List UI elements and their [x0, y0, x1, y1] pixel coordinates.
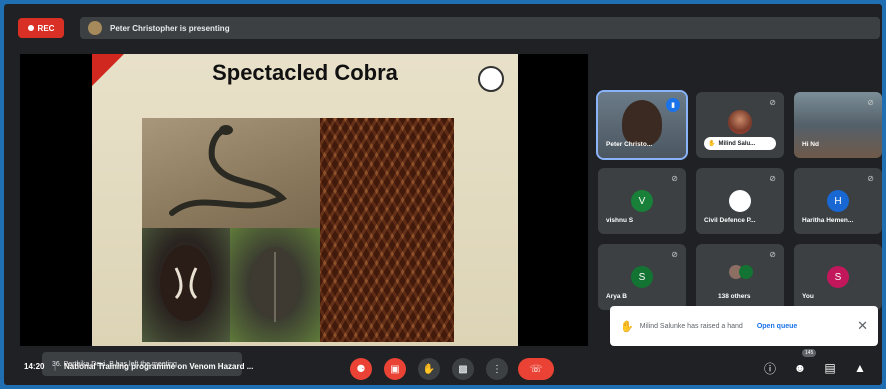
- raise-hand-button[interactable]: ✋: [418, 358, 440, 380]
- people-count-badge: 145: [802, 349, 817, 357]
- participant-name: Civil Defence P...: [704, 217, 756, 224]
- mic-toggle-button[interactable]: ⚈: [350, 358, 372, 380]
- hand-icon: ✋: [422, 363, 436, 375]
- open-queue-link[interactable]: Open queue: [757, 323, 797, 330]
- leave-call-button[interactable]: ☏: [518, 358, 554, 380]
- cobra-hood-front-photo: [142, 228, 230, 342]
- more-vert-icon: ⋮: [492, 363, 502, 375]
- others-avatars-icon: [729, 265, 753, 279]
- participant-name: vishnu S: [606, 217, 634, 224]
- info-icon: ⓘ: [763, 361, 776, 376]
- hand-icon: ✋: [620, 320, 634, 333]
- raised-hand-pill: ✋ Milind Salu...: [704, 137, 776, 150]
- self-avatar: S: [827, 266, 849, 288]
- participant-name: You: [802, 293, 814, 300]
- others-tile[interactable]: ⊘ 138 others: [696, 244, 784, 310]
- activities-button[interactable]: ▲: [852, 360, 868, 376]
- present-icon: ▩: [458, 363, 468, 375]
- participant-tile[interactable]: ⊘ H Haritha Hemen...: [794, 168, 882, 234]
- separator: |: [54, 362, 57, 371]
- presentation-stage: Spectacled Cobra 36. Parthika Devi. B ha…: [20, 54, 588, 376]
- participant-avatar: S: [631, 266, 653, 288]
- mic-off-icon: ⊘: [769, 98, 776, 107]
- activities-icon: ▲: [854, 361, 866, 375]
- people-button[interactable]: ☻: [792, 360, 808, 376]
- participant-tile[interactable]: ▮ Peter Christo...: [596, 90, 688, 160]
- meeting-details-button[interactable]: ⓘ: [762, 360, 778, 376]
- participant-name: Peter Christo...: [606, 141, 653, 148]
- cobra-scales-photo: [320, 118, 454, 342]
- presenting-banner: Peter Christopher is presenting: [80, 17, 880, 39]
- mic-off-icon: ⊘: [867, 98, 874, 107]
- participant-tile[interactable]: ⊘ Civil Defence P...: [696, 168, 784, 234]
- more-options-button[interactable]: ⋮: [486, 358, 508, 380]
- emblem-avatar: [729, 190, 751, 212]
- participant-avatar: V: [631, 190, 653, 212]
- slide-title: Spectacled Cobra: [212, 60, 398, 85]
- rec-label: REC: [37, 23, 55, 33]
- phone-hangup-icon: ☏: [529, 363, 543, 375]
- meeting-title: National Training programme on Venom Haz…: [64, 362, 254, 371]
- participant-tile[interactable]: ⊘ Hi Nd: [794, 92, 882, 158]
- mic-off-icon: ⊘: [671, 174, 678, 183]
- presenting-text: Peter Christopher is presenting: [110, 23, 230, 33]
- chat-button[interactable]: ▤: [822, 360, 838, 376]
- bottom-bar: 14:20 | National Training programme on V…: [4, 349, 882, 385]
- participant-avatar: H: [827, 190, 849, 212]
- mic-off-icon: ⊘: [671, 250, 678, 259]
- emblem-logo: [478, 66, 504, 92]
- chat-icon: ▤: [824, 361, 836, 375]
- participant-name: Haritha Hemen...: [802, 217, 854, 224]
- record-dot-icon: [27, 25, 34, 31]
- participant-avatar: [728, 110, 752, 134]
- participant-name: Arya B: [606, 293, 627, 300]
- present-button[interactable]: ▩: [452, 358, 474, 380]
- mic-off-icon: ⊘: [769, 174, 776, 183]
- participant-name: Milind Salu...: [718, 140, 756, 147]
- raised-hand-text: Milind Salunke has raised a hand: [639, 322, 743, 330]
- participant-tile[interactable]: ⊘ V vishnu S: [598, 168, 686, 234]
- mic-off-icon: ⚈: [356, 363, 366, 375]
- camera-toggle-button[interactable]: ▣: [384, 358, 406, 380]
- camera-off-icon: ▣: [390, 363, 400, 375]
- cobra-photo: [142, 118, 320, 228]
- participant-tile[interactable]: ⊘ S Arya B: [598, 244, 686, 310]
- meet-window: REC Peter Christopher is presenting Spec…: [4, 4, 882, 385]
- recording-badge: REC: [18, 18, 64, 38]
- mic-off-icon: ⊘: [769, 250, 776, 259]
- others-count: 138 others: [718, 293, 751, 300]
- mic-off-icon: ⊘: [867, 174, 874, 183]
- meeting-time: 14:20: [24, 362, 45, 371]
- participant-name: Hi Nd: [802, 141, 819, 148]
- hand-icon: ✋: [708, 141, 716, 147]
- participant-tile[interactable]: ⊘ ✋ Milind Salu...: [696, 92, 784, 158]
- presenter-avatar: [88, 21, 102, 35]
- participant-video: [622, 100, 662, 146]
- raised-hand-toast: ✋ Milind Salunke has raised a hand Open …: [610, 306, 878, 346]
- people-icon: ☻: [793, 361, 807, 375]
- cobra-hood-back-photo: [230, 228, 320, 342]
- speaking-indicator-icon: ▮: [666, 98, 680, 112]
- self-tile[interactable]: S You: [794, 244, 882, 310]
- slide: Spectacled Cobra: [92, 54, 518, 346]
- close-icon[interactable]: ✕: [857, 318, 868, 334]
- top-bar: REC Peter Christopher is presenting: [4, 4, 882, 44]
